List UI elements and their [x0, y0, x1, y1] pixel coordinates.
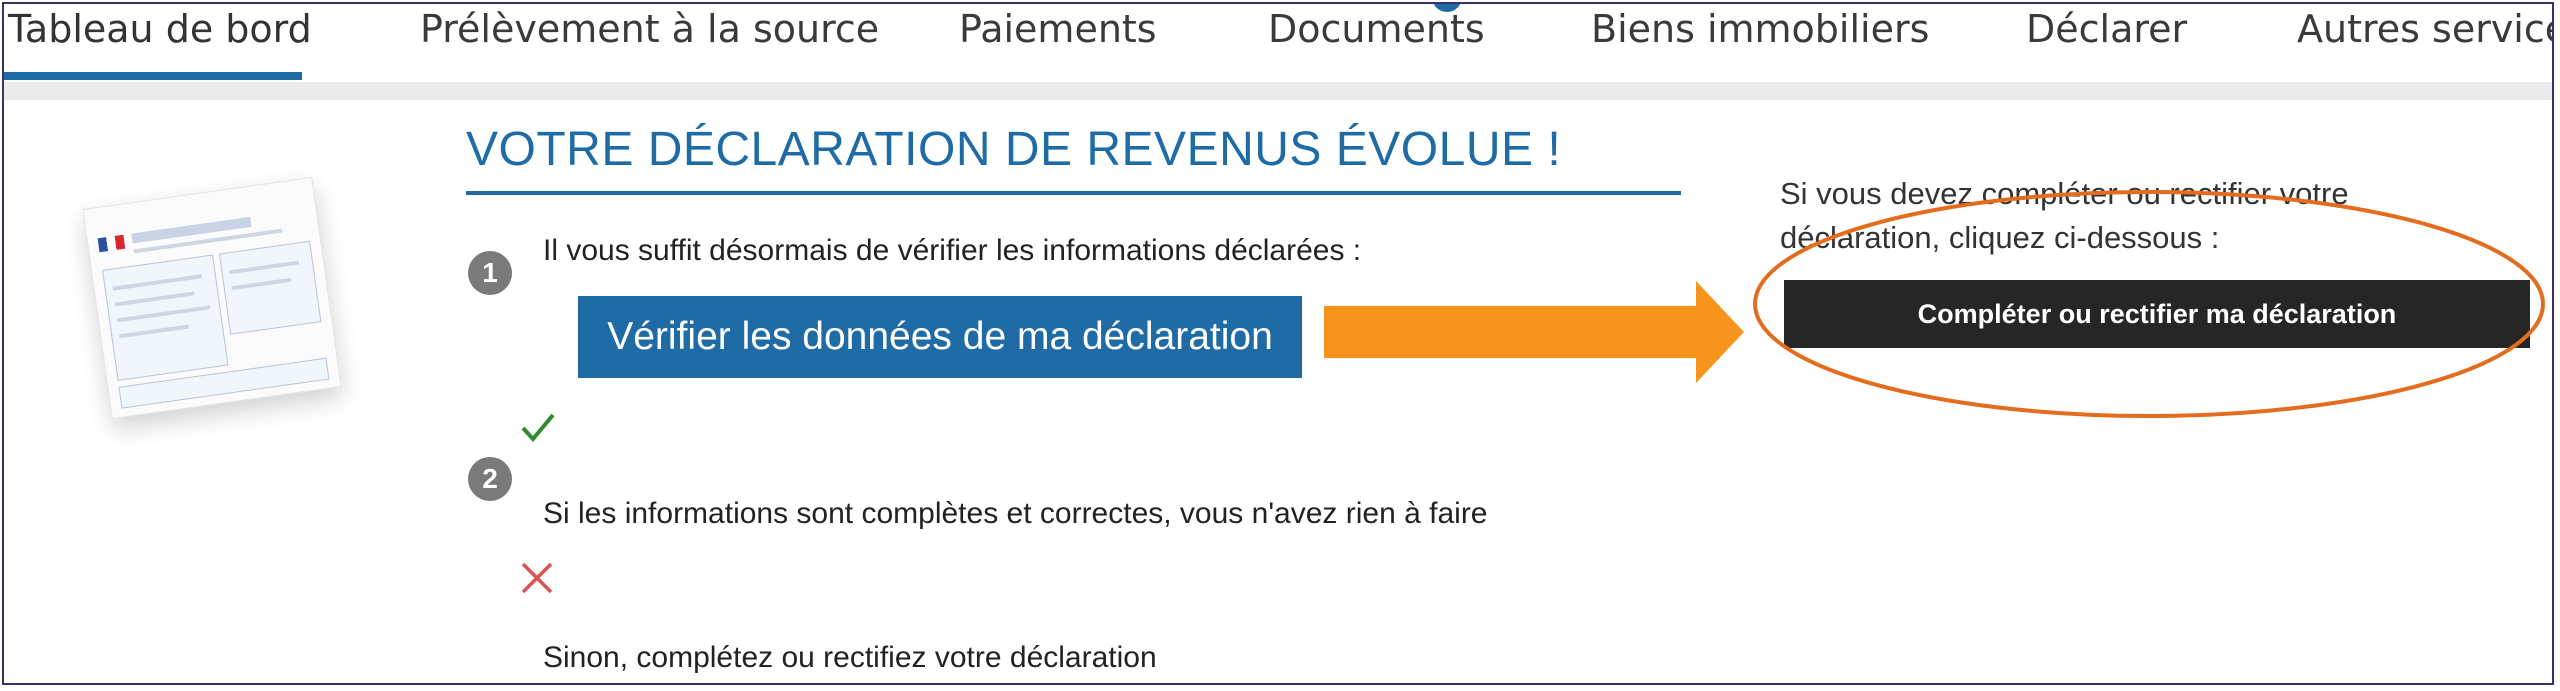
- highlight-ellipse: [1753, 190, 2545, 418]
- right-arrow-icon: [1324, 281, 1744, 383]
- thumb-header: [131, 216, 252, 244]
- step-1-text: Il vous suffit désormais de vérifier les…: [543, 234, 1362, 267]
- step-2-ok-text: Si les informations sont complètes et co…: [543, 497, 1488, 530]
- nav-tab-declarer[interactable]: Déclarer: [2026, 4, 2187, 82]
- active-tab-indicator: [4, 72, 302, 80]
- screenshot-frame: Tableau de bord Prélèvement à la source …: [2, 2, 2554, 685]
- check-icon: [521, 413, 555, 443]
- nav-tab-biens-immobiliers[interactable]: Biens immobiliers: [1591, 4, 1929, 82]
- declaration-document-thumbnail: [82, 176, 342, 420]
- verify-declaration-button[interactable]: Vérifier les données de ma déclaration: [578, 296, 1302, 378]
- french-flag-icon: [97, 234, 126, 253]
- step-2-circle: 2: [468, 457, 512, 501]
- nav-tab-tableau-de-bord[interactable]: Tableau de bord: [8, 4, 312, 82]
- cross-icon: [521, 562, 553, 594]
- nav-separator-band: [4, 82, 2552, 100]
- nav-tab-paiements[interactable]: Paiements: [959, 4, 1157, 82]
- step-2-ko-text: Sinon, complétez ou rectifiez votre décl…: [543, 641, 1157, 674]
- title-underline: [466, 191, 1681, 195]
- page-title: VOTRE DÉCLARATION DE REVENUS ÉVOLUE !: [466, 123, 1562, 176]
- nav-tab-documents[interactable]: Documents: [1268, 4, 1485, 82]
- nav-tab-documents-label: Documents: [1268, 7, 1485, 51]
- step-1-circle: 1: [468, 251, 512, 295]
- top-navigation: Tableau de bord Prélèvement à la source …: [4, 4, 2552, 82]
- nav-tab-autres-services[interactable]: Autres services: [2297, 4, 2552, 82]
- nav-tab-prelevement[interactable]: Prélèvement à la source: [420, 4, 879, 82]
